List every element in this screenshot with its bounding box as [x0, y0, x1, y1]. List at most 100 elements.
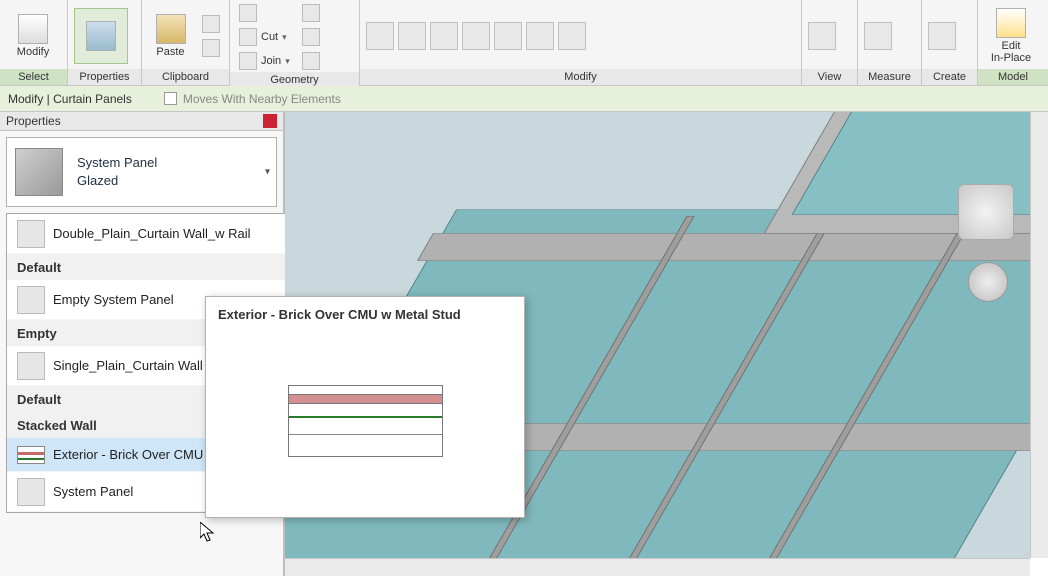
type-selector[interactable]: System Panel Glazed ▾ — [6, 137, 277, 207]
split-icon[interactable] — [494, 22, 522, 50]
type-item-label: Single_Plain_Curtain Wall — [53, 358, 203, 373]
ribbon-group-measure: Measure — [858, 0, 922, 85]
join-geo-icon — [239, 52, 257, 70]
array-icon[interactable] — [526, 22, 554, 50]
modify-icons-row1 — [366, 22, 586, 50]
paste-button[interactable]: Paste — [148, 8, 193, 64]
moves-with-label: Moves With Nearby Elements — [183, 92, 341, 106]
stacked-wall-icon — [17, 446, 45, 464]
chevron-down-icon: ▾ — [265, 167, 270, 178]
cut-geo-icon — [239, 28, 257, 46]
trim-icon[interactable] — [462, 22, 490, 50]
create-icon[interactable] — [928, 22, 956, 50]
type-group-label: Default — [17, 392, 61, 407]
checkbox-icon — [164, 92, 177, 105]
group-label-select: Select — [0, 69, 67, 85]
mirror-icon[interactable] — [558, 22, 586, 50]
type-item-label: System Panel — [53, 484, 133, 499]
paint-icon — [302, 52, 320, 70]
ribbon-group-create: Create — [922, 0, 978, 85]
move-icon[interactable] — [366, 22, 394, 50]
ribbon-group-view: View — [802, 0, 858, 85]
type-item-label: Double_Plain_Curtain Wall_w Rail — [53, 226, 251, 241]
modify-label: Modify — [17, 46, 49, 58]
cut-geometry-button[interactable]: Cut ▾ — [236, 26, 293, 48]
panel-icon — [17, 478, 45, 506]
type-item-label: Empty System Panel — [53, 292, 174, 307]
rotate-icon[interactable] — [430, 22, 458, 50]
type-group-label: Default — [17, 260, 61, 275]
type-type: Glazed — [77, 172, 157, 190]
moves-with-nearby-checkbox[interactable]: Moves With Nearby Elements — [164, 92, 341, 106]
tooltip-title: Exterior - Brick Over CMU w Metal Stud — [206, 297, 524, 326]
paste-label: Paste — [156, 46, 184, 58]
cut-clipboard-button[interactable] — [199, 37, 223, 59]
main-area: Properties System Panel Glazed ▾ Double_… — [0, 112, 1048, 576]
group-label-model: Model — [978, 69, 1048, 85]
join-label: Join — [261, 55, 281, 67]
wall-opening-icon — [302, 4, 320, 22]
close-icon[interactable] — [263, 114, 277, 128]
app-root: Modify Select Properties Paste — [0, 0, 1048, 576]
mouse-cursor-icon — [200, 522, 214, 542]
palette-title-text: Properties — [6, 114, 61, 128]
viewcube[interactable] — [958, 184, 1014, 240]
panel-icon — [17, 286, 45, 314]
wall-opening-button[interactable] — [299, 2, 323, 24]
context-label: Modify | Curtain Panels — [8, 92, 132, 106]
geometry-col2 — [299, 2, 323, 72]
properties-button[interactable] — [74, 8, 128, 64]
paint-button[interactable] — [299, 50, 323, 72]
ribbon-group-modify: Modify — [360, 0, 802, 85]
group-label-view: View — [802, 69, 857, 85]
options-bar: Modify | Curtain Panels Moves With Nearb… — [0, 86, 1048, 112]
split-face-icon — [302, 28, 320, 46]
arrow-icon — [18, 14, 48, 44]
copy-icon — [202, 15, 220, 33]
type-swatch-icon — [15, 148, 63, 196]
chevron-down-icon: ▾ — [282, 32, 287, 43]
scrollbar-horizontal[interactable] — [285, 558, 1030, 576]
ribbon-group-select: Modify Select — [0, 0, 68, 85]
measure-icon[interactable] — [864, 22, 892, 50]
group-label-modify: Modify — [360, 69, 801, 85]
navigation-wheel[interactable] — [968, 262, 1008, 302]
cope-icon — [239, 4, 257, 22]
copy-move-icon[interactable] — [398, 22, 426, 50]
ribbon: Modify Select Properties Paste — [0, 0, 1048, 86]
group-label-clipboard: Clipboard — [142, 69, 229, 85]
type-family: System Panel — [77, 154, 157, 172]
group-label-properties: Properties — [68, 69, 141, 85]
geometry-col1: Cut ▾ Join ▾ — [236, 2, 293, 72]
clipboard-icon — [156, 14, 186, 44]
edit-in-place-button[interactable]: Edit In-Place — [984, 8, 1038, 64]
clipboard-small — [199, 13, 223, 59]
type-group-label: Empty — [17, 326, 57, 341]
join-geometry-button[interactable]: Join ▾ — [236, 50, 293, 72]
modify-tool-button[interactable]: Modify — [6, 8, 60, 64]
edit-in-place-icon — [996, 8, 1026, 38]
ribbon-group-model: Edit In-Place Model — [978, 0, 1048, 85]
edit-in-place-label: Edit In-Place — [991, 40, 1031, 64]
group-label-measure: Measure — [858, 69, 921, 85]
ribbon-group-clipboard: Paste Clipboard — [142, 0, 230, 85]
type-preview-tooltip: Exterior - Brick Over CMU w Metal Stud — [205, 296, 525, 518]
view-icon[interactable] — [808, 22, 836, 50]
split-face-button[interactable] — [299, 26, 323, 48]
palette-titlebar[interactable]: Properties — [0, 112, 283, 131]
scissors-icon — [202, 39, 220, 57]
panel-icon — [17, 352, 45, 380]
ribbon-group-properties: Properties — [68, 0, 142, 85]
type-group-label: Stacked Wall — [17, 418, 97, 433]
type-names: System Panel Glazed — [77, 154, 157, 189]
ribbon-group-geometry: Cut▾ Join▾ Geometry — [230, 0, 360, 85]
cope-button[interactable] — [236, 2, 293, 24]
chevron-down-icon: ▾ — [285, 56, 290, 67]
scrollbar-vertical[interactable] — [1030, 112, 1048, 558]
panel-icon — [17, 220, 45, 248]
cut-label: Cut — [261, 31, 278, 43]
group-label-create: Create — [922, 69, 977, 85]
properties-icon — [86, 21, 116, 51]
tooltip-preview-image — [288, 385, 443, 457]
copy-button[interactable] — [199, 13, 223, 35]
